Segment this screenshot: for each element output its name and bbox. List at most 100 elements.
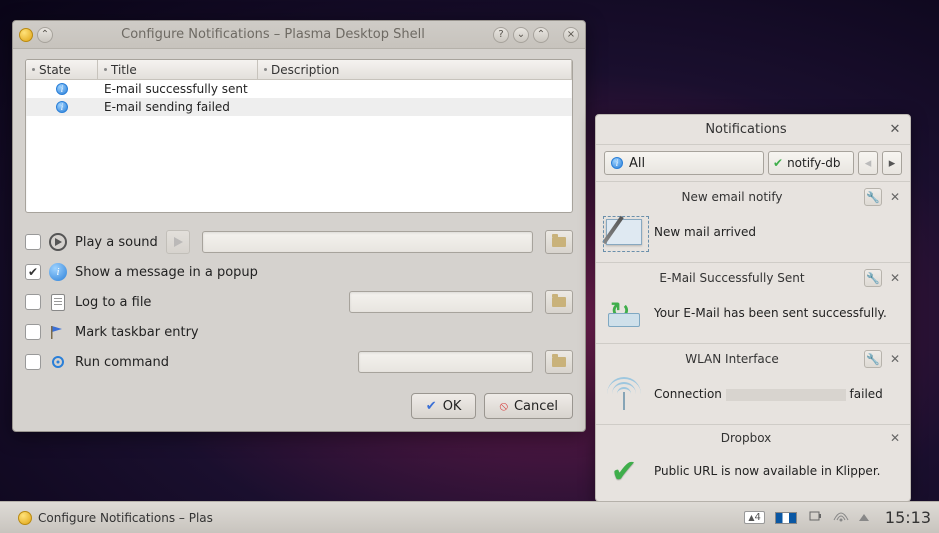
- system-tray: ▲4 15:13: [744, 508, 931, 527]
- notification-item: WLAN Interface 🔧 ✕ Connection failed: [596, 343, 910, 424]
- clock[interactable]: 15:13: [885, 508, 931, 527]
- sent-icon: ↻: [604, 293, 644, 333]
- task-label: Configure Notifications – Plas: [38, 511, 213, 525]
- row-title: E-mail sending failed: [98, 100, 258, 114]
- panel-title: Notifications: [604, 122, 888, 137]
- taskbar-item-configure[interactable]: Configure Notifications – Plas: [8, 506, 223, 530]
- option-taskbar: Mark taskbar entry: [25, 317, 573, 347]
- checkbox-taskbar[interactable]: [25, 324, 41, 340]
- app-icon: [18, 511, 32, 525]
- help-icon[interactable]: ?: [493, 27, 509, 43]
- pin-icon[interactable]: ⌃: [37, 27, 53, 43]
- updates-badge[interactable]: ▲4: [744, 511, 765, 524]
- checkbox-play-sound[interactable]: [25, 234, 41, 250]
- column-description[interactable]: Description: [258, 60, 572, 79]
- option-popup: i Show a message in a popup: [25, 257, 573, 287]
- maximize-icon[interactable]: ⌃: [533, 27, 549, 43]
- notification-body: Connection failed: [654, 387, 883, 401]
- list-header: State Title Description: [26, 60, 572, 80]
- notification-body: Public URL is now available in Klipper.: [654, 464, 880, 478]
- label-popup: Show a message in a popup: [75, 265, 258, 280]
- taskbar: Configure Notifications – Plas ▲4 15:13: [0, 501, 939, 533]
- filter-all-label: All: [629, 156, 645, 171]
- notification-item: Dropbox ✕ ✔ Public URL is now available …: [596, 424, 910, 501]
- log-path-input[interactable]: [349, 291, 533, 313]
- notification-title: Dropbox: [604, 431, 888, 445]
- label-play-sound: Play a sound: [75, 235, 158, 250]
- text-pre: Connection: [654, 387, 726, 401]
- keyboard-layout-icon[interactable]: [775, 512, 797, 524]
- cancel-icon: ⦸: [499, 399, 507, 414]
- close-icon[interactable]: ✕: [888, 431, 902, 445]
- command-input[interactable]: [358, 351, 533, 373]
- ok-button[interactable]: ✔ OK: [411, 393, 477, 419]
- window-titlebar[interactable]: ⌃ Configure Notifications – Plasma Deskt…: [13, 21, 585, 49]
- label-command: Run command: [75, 355, 169, 370]
- checkbox-command[interactable]: [25, 354, 41, 370]
- network-icon[interactable]: [833, 510, 849, 525]
- panel-filter-row: i All ✔ notify-db ◂ ▸: [596, 145, 910, 181]
- flag-icon: [49, 323, 67, 341]
- file-icon: [49, 293, 67, 311]
- show-hidden-icon: [859, 514, 869, 521]
- filter-all-button[interactable]: i All: [604, 151, 764, 175]
- battery-icon[interactable]: [807, 509, 823, 526]
- option-log: Log to a file: [25, 287, 573, 317]
- close-icon[interactable]: ✕: [888, 190, 902, 204]
- option-command: Run command: [25, 347, 573, 377]
- folder-icon: [552, 297, 566, 307]
- filter-app-button[interactable]: ✔ notify-db: [768, 151, 854, 175]
- envelope-icon: [604, 212, 644, 252]
- nav-next-button[interactable]: ▸: [882, 151, 902, 175]
- notification-body: Your E-Mail has been sent successfully.: [654, 306, 887, 320]
- label-log: Log to a file: [75, 295, 151, 310]
- redacted-text: [726, 389, 846, 401]
- cancel-button[interactable]: ⦸ Cancel: [484, 393, 573, 419]
- text-post: failed: [846, 387, 883, 401]
- minimize-icon[interactable]: ⌄: [513, 27, 529, 43]
- check-icon: ✔: [426, 399, 437, 414]
- close-icon[interactable]: ✕: [888, 123, 902, 137]
- folder-icon: [552, 357, 566, 367]
- configure-notifications-window: ⌃ Configure Notifications – Plasma Deskt…: [12, 20, 586, 432]
- column-state[interactable]: State: [26, 60, 98, 79]
- configure-icon[interactable]: 🔧: [864, 350, 882, 368]
- column-title[interactable]: Title: [98, 60, 258, 79]
- close-icon[interactable]: ✕: [888, 271, 902, 285]
- app-icon: [19, 28, 33, 42]
- filter-app-label: notify-db: [787, 156, 840, 170]
- notification-title: WLAN Interface: [604, 352, 860, 366]
- sound-path-input[interactable]: [202, 231, 533, 253]
- events-list[interactable]: State Title Description i E-mail success…: [25, 59, 573, 213]
- panel-header: Notifications ✕: [596, 115, 910, 145]
- info-icon: i: [49, 263, 67, 281]
- preview-sound-button[interactable]: [166, 230, 190, 254]
- notifications-panel: Notifications ✕ i All ✔ notify-db ◂ ▸ Ne…: [595, 114, 911, 502]
- notification-title: E-Mail Successfully Sent: [604, 271, 860, 285]
- info-icon: i: [56, 101, 68, 113]
- browse-sound-button[interactable]: [545, 230, 573, 254]
- configure-icon[interactable]: 🔧: [864, 188, 882, 206]
- checkbox-popup[interactable]: [25, 264, 41, 280]
- ok-label: OK: [443, 399, 462, 414]
- info-icon: i: [611, 157, 623, 169]
- info-icon: i: [56, 83, 68, 95]
- close-icon[interactable]: ✕: [888, 352, 902, 366]
- check-icon: ✔: [604, 451, 644, 491]
- configure-icon[interactable]: 🔧: [864, 269, 882, 287]
- folder-icon: [552, 237, 566, 247]
- list-item[interactable]: i E-mail sending failed: [26, 98, 572, 116]
- check-icon: ✔: [773, 156, 783, 170]
- gear-icon: [49, 353, 67, 371]
- play-icon: [49, 233, 67, 251]
- notification-title: New email notify: [604, 190, 860, 204]
- window-title: Configure Notifications – Plasma Desktop…: [53, 27, 493, 42]
- browse-command-button[interactable]: [545, 350, 573, 374]
- nav-prev-button[interactable]: ◂: [858, 151, 878, 175]
- list-item[interactable]: i E-mail successfully sent: [26, 80, 572, 98]
- notification-item: E-Mail Successfully Sent 🔧 ✕ ↻ Your E-Ma…: [596, 262, 910, 343]
- label-taskbar: Mark taskbar entry: [75, 325, 199, 340]
- close-icon[interactable]: ×: [563, 27, 579, 43]
- checkbox-log[interactable]: [25, 294, 41, 310]
- browse-log-button[interactable]: [545, 290, 573, 314]
